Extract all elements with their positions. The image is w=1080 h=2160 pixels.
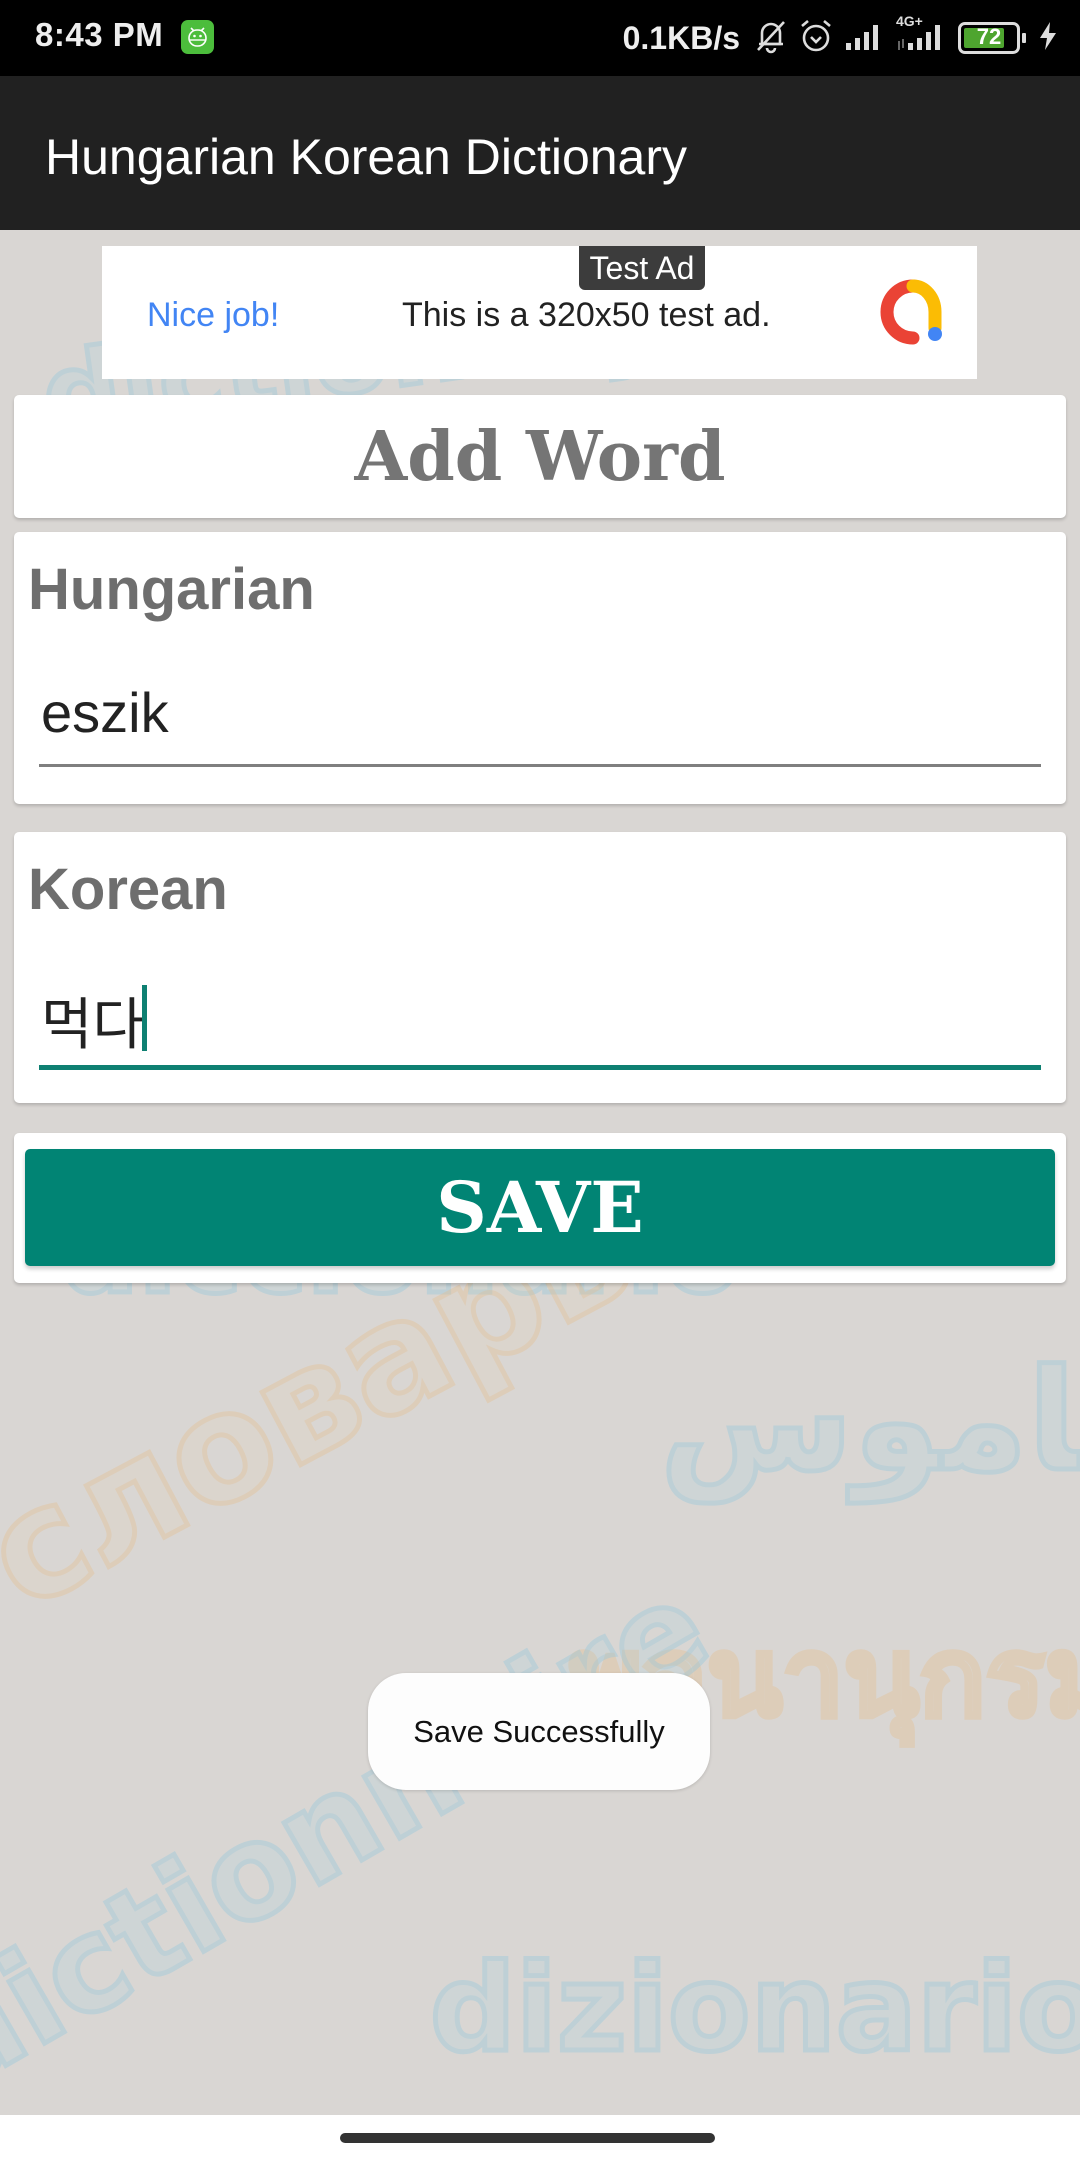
battery-icon: 72 [958, 22, 1026, 54]
admob-logo-icon [877, 276, 947, 353]
watermark-word: dizionario [428, 1938, 1080, 2082]
network-type: 4G+ [896, 12, 923, 29]
hungarian-label: Hungarian [28, 557, 315, 622]
bell-muted-icon [754, 18, 788, 59]
ad-banner[interactable]: Test Ad Nice job! This is a 320x50 test … [102, 246, 977, 379]
hungarian-input-underline [39, 764, 1041, 767]
watermark-word: dictionnaire [0, 1548, 735, 2125]
ad-headline[interactable]: Nice job! [147, 296, 279, 335]
hungarian-input[interactable] [39, 667, 1041, 757]
page-title: Add Word [354, 417, 726, 497]
hungarian-field-card: Hungarian [14, 532, 1066, 804]
navigation-bar [0, 2115, 1080, 2160]
home-gesture-handle[interactable] [340, 2133, 715, 2143]
status-icons: 0.1KB/s 4G+ 72 [622, 13, 1058, 62]
text-cursor [142, 985, 147, 1051]
app-title: Hungarian Korean Dictionary [45, 129, 688, 185]
korean-input[interactable] [39, 975, 1041, 1065]
app-notification-icon [181, 20, 214, 54]
battery-level: 72 [976, 24, 1002, 49]
title-card: Add Word [14, 395, 1066, 518]
network-speed: 0.1KB/s [622, 19, 740, 56]
save-card: SAVE [14, 1133, 1066, 1283]
signal-icon [844, 21, 886, 56]
watermark-word: قاموس [658, 1338, 1080, 1506]
status-bar: 8:43 PM 0.1KB/s 4G+ 72 [0, 0, 1080, 76]
status-time: 8:43 PM [35, 16, 164, 53]
save-button[interactable]: SAVE [25, 1149, 1055, 1266]
toast-message: Save Successfully [368, 1673, 710, 1790]
korean-input-underline [39, 1065, 1041, 1070]
alarm-icon [798, 18, 834, 59]
korean-field-card: Korean [14, 832, 1066, 1103]
korean-label: Korean [28, 857, 228, 922]
app-bar: Hungarian Korean Dictionary [0, 76, 1080, 230]
ad-body-text[interactable]: This is a 320x50 test ad. [402, 296, 771, 335]
test-ad-badge: Test Ad [579, 246, 705, 290]
charging-bolt-icon [1038, 21, 1058, 56]
signal-4g-icon: 4G+ [896, 13, 948, 56]
